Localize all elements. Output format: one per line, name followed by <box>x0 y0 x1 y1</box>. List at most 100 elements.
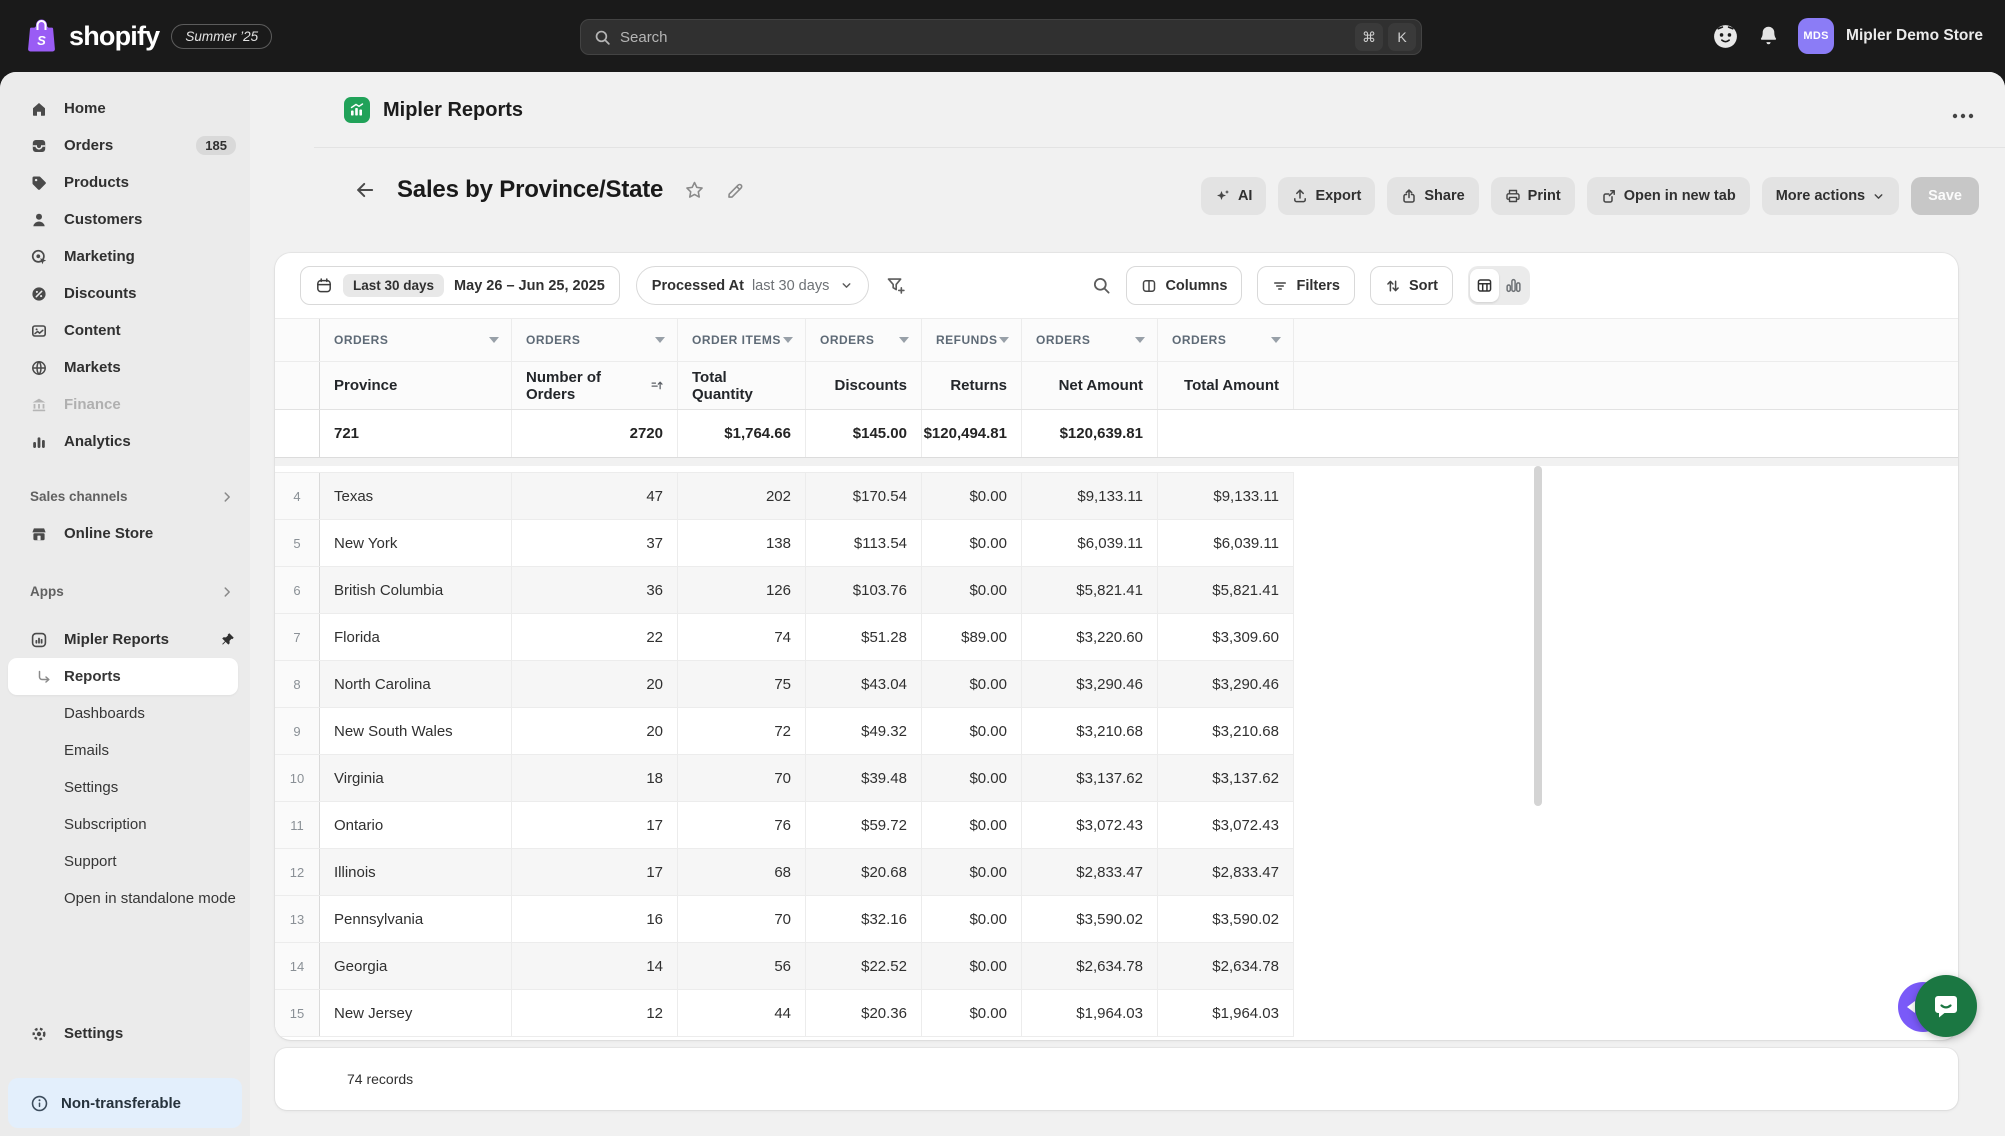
ai-button[interactable]: AI <box>1200 177 1267 215</box>
group-dropdown-icon[interactable] <box>489 337 499 343</box>
chat-launcher-button[interactable] <box>1915 975 1977 1037</box>
table-row[interactable]: 13 Pennsylvania 16 70 $32.16 $0.00 $3,590.02 $3… <box>275 896 1294 943</box>
sidebar-item-analytics[interactable]: Analytics <box>0 423 250 460</box>
main-content: Mipler Reports Sales by Province/State A… <box>250 72 2005 1136</box>
table-row[interactable]: 6 British Columbia 36 126 $103.76 $0.00 $5,821… <box>275 567 1294 614</box>
group-header-3[interactable]: ORDERS <box>806 319 922 361</box>
store-avatar[interactable]: MDS <box>1798 18 1835 54</box>
column-header-2[interactable]: Total Quantity <box>678 362 806 409</box>
value-cell: $0.00 <box>922 661 1022 707</box>
export-button[interactable]: Export <box>1278 177 1376 215</box>
notifications-bell-icon[interactable] <box>1758 25 1779 47</box>
table-row[interactable]: 14 Georgia 14 56 $22.52 $0.00 $2,634.78 $2,634.… <box>275 943 1294 990</box>
sidebar-item-customers[interactable]: Customers <box>0 201 250 238</box>
section-sales-channels[interactable]: Sales channels <box>0 478 250 515</box>
column-header-1[interactable]: Number of Orders <box>512 362 678 409</box>
group-header-0[interactable]: ORDERS <box>320 319 512 361</box>
store-name[interactable]: Mipler Demo Store <box>1846 27 1983 45</box>
table-row[interactable]: 4 Texas 47 202 $170.54 $0.00 $9,133.11 $9,133.1… <box>275 473 1294 520</box>
chevron-down-icon <box>1874 193 1883 199</box>
group-header-4[interactable]: REFUNDS <box>922 319 1022 361</box>
table-row[interactable]: 5 New York 37 138 $113.54 $0.00 $6,039.11 $6,03… <box>275 520 1294 567</box>
more-actions-button[interactable]: More actions <box>1761 177 1900 215</box>
sidebar-item-mipler-reports[interactable]: Mipler Reports <box>0 621 250 658</box>
sidebar-item-online-store[interactable]: Online Store <box>0 515 250 552</box>
shopify-logo[interactable]: S shopify Summer ’25 <box>26 0 273 72</box>
province-cell: New York <box>320 520 512 566</box>
processed-at-filter[interactable]: Processed At last 30 days <box>635 266 870 305</box>
table-row[interactable]: 15 New Jersey 12 44 $20.36 $0.00 $1,964.03 $1,9… <box>275 990 1294 1037</box>
chart-view-toggle[interactable] <box>1499 269 1528 302</box>
sidebar-item-discounts[interactable]: Discounts <box>0 275 250 312</box>
table-row[interactable]: 11 Ontario 17 76 $59.72 $0.00 $3,072.43 $3,072.… <box>275 802 1294 849</box>
table-row[interactable]: 8 North Carolina 20 75 $43.04 $0.00 $3,290.46 $… <box>275 661 1294 708</box>
sidebar-item-content[interactable]: Content <box>0 312 250 349</box>
table-row[interactable]: 10 Virginia 18 70 $39.48 $0.00 $3,137.62 $3,137… <box>275 755 1294 802</box>
value-cell: $20.36 <box>806 990 922 1036</box>
table-row[interactable]: 9 New South Wales 20 72 $49.32 $0.00 $3,210.68… <box>275 708 1294 755</box>
add-filter-button[interactable] <box>885 275 906 296</box>
value-cell: $3,309.60 <box>1158 614 1294 660</box>
table-row[interactable]: 7 Florida 22 74 $51.28 $89.00 $3,220.60 $3,309.… <box>275 614 1294 661</box>
group-header-1[interactable]: ORDERS <box>512 319 678 361</box>
group-dropdown-icon[interactable] <box>1135 337 1145 343</box>
group-header-6[interactable]: ORDERS <box>1158 319 1294 361</box>
sidebar-item-settings[interactable]: Settings <box>0 1015 250 1052</box>
table-scrollbar[interactable] <box>1534 466 1542 806</box>
sidebar-subitem-label: Emails <box>64 742 110 759</box>
sidebar-item-orders[interactable]: Orders 185 <box>0 127 250 164</box>
column-header-4[interactable]: Returns <box>922 362 1022 409</box>
column-header-5[interactable]: Net Amount <box>1022 362 1158 409</box>
column-header-3[interactable]: Discounts <box>806 362 922 409</box>
sidebar-item-home[interactable]: Home <box>0 90 250 127</box>
column-header-6[interactable]: Total Amount <box>1158 362 1294 409</box>
pin-icon[interactable] <box>219 631 236 648</box>
group-dropdown-icon[interactable] <box>899 337 909 343</box>
group-dropdown-icon[interactable] <box>655 337 665 343</box>
group-dropdown-icon[interactable] <box>1271 337 1281 343</box>
button-label: Print <box>1527 188 1561 204</box>
group-header-2[interactable]: ORDER ITEMS <box>678 319 806 361</box>
sidebar-item-products[interactable]: Products <box>0 164 250 201</box>
sidebar-item-finance[interactable]: Finance <box>0 386 250 423</box>
table-search-button[interactable] <box>1092 276 1111 295</box>
column-header-0[interactable]: Province <box>320 362 512 409</box>
favorite-star-icon[interactable] <box>684 180 705 201</box>
date-range-button[interactable]: Last 30 days May 26 – Jun 25, 2025 <box>300 266 620 305</box>
table-row[interactable]: 12 Illinois 17 68 $20.68 $0.00 $2,833.47 $2,833… <box>275 849 1294 896</box>
sidebar-item-markets[interactable]: Markets <box>0 349 250 386</box>
value-cell: $103.76 <box>806 567 922 613</box>
sidebar-subitem-subscription[interactable]: Subscription <box>0 806 250 843</box>
province-cell: New Jersey <box>320 990 512 1036</box>
table-body: 4 Texas 47 202 $170.54 $0.00 $9,133.11 $9,133.1… <box>275 473 1294 1037</box>
report-actions: AI Export Share Print Open in new tab Mo… <box>1200 177 1979 215</box>
print-button[interactable]: Print <box>1490 177 1575 215</box>
sort-button[interactable]: Sort <box>1370 266 1453 305</box>
group-dropdown-icon[interactable] <box>783 337 793 343</box>
section-apps[interactable]: Apps <box>0 573 250 610</box>
share-button[interactable]: Share <box>1387 177 1479 215</box>
sidekick-icon[interactable] <box>1712 23 1739 50</box>
back-arrow-icon[interactable] <box>354 179 376 201</box>
clipped-row-top <box>275 466 1294 473</box>
sidebar-item-marketing[interactable]: Marketing <box>0 238 250 275</box>
search-input[interactable]: Search ⌘ K <box>580 19 1422 55</box>
group-dropdown-icon[interactable] <box>999 337 1009 343</box>
non-transferable-banner[interactable]: Non-transferable <box>8 1078 242 1128</box>
columns-button[interactable]: Columns <box>1126 266 1243 305</box>
person-icon <box>33 213 45 226</box>
filters-button[interactable]: Filters <box>1257 266 1355 305</box>
sidebar-subitem-dashboards[interactable]: Dashboards <box>0 695 250 732</box>
sidebar-subitem-emails[interactable]: Emails <box>0 732 250 769</box>
open-new-tab-button[interactable]: Open in new tab <box>1586 177 1750 215</box>
edit-pencil-icon[interactable] <box>726 181 745 200</box>
sidebar-subitem-standalone[interactable]: Open in standalone mode <box>0 880 250 917</box>
table-view-toggle[interactable] <box>1470 269 1499 302</box>
overflow-menu-button[interactable] <box>1945 102 1981 130</box>
sidebar-subitem-support[interactable]: Support <box>0 843 250 880</box>
sidebar-subitem-reports[interactable]: Reports <box>8 658 238 695</box>
sidebar-subitem-settings[interactable]: Settings <box>0 769 250 806</box>
save-button[interactable]: Save <box>1911 177 1979 215</box>
value-cell: 18 <box>512 755 678 801</box>
group-header-5[interactable]: ORDERS <box>1022 319 1158 361</box>
